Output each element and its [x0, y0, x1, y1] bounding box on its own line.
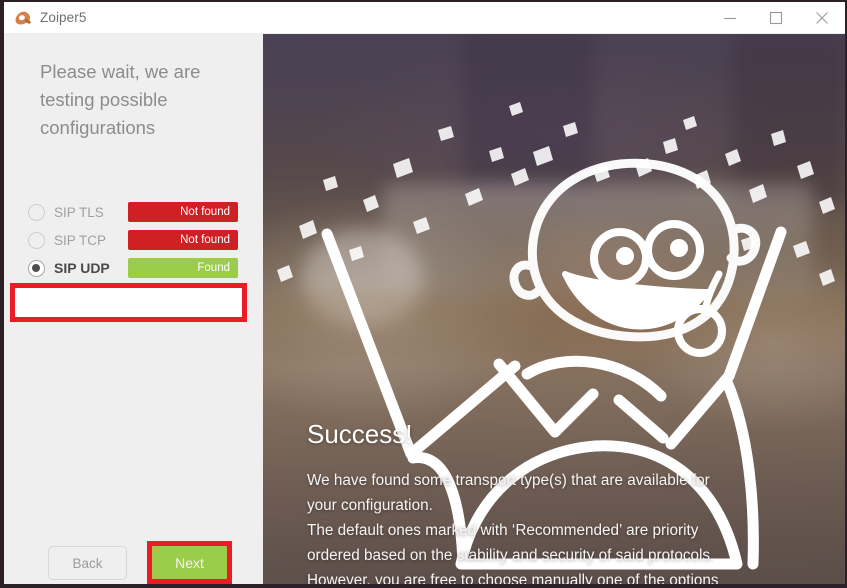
selected-transport-highlight	[10, 283, 247, 322]
success-title: Success!	[307, 419, 413, 449]
page-title: Please wait, we are testing possible con…	[40, 61, 201, 138]
status-badge: Found	[128, 258, 238, 278]
close-icon[interactable]	[799, 2, 845, 33]
minimize-icon[interactable]	[707, 2, 753, 33]
window-controls	[707, 2, 845, 33]
left-panel: Please wait, we are testing possible con…	[4, 34, 263, 584]
transport-row-sip-tcp[interactable]: SIP TCP Not found	[4, 226, 263, 254]
app-window: Zoiper5 Please wait, we are testing poss…	[0, 0, 847, 588]
radio-sip-udp[interactable]	[28, 259, 45, 277]
transport-row-sip-udp[interactable]: SIP UDP Found	[4, 254, 263, 282]
transport-row-sip-tls[interactable]: SIP TLS Not found	[4, 198, 263, 226]
transport-label: SIP UDP	[54, 260, 110, 276]
next-button-highlight: Next	[147, 541, 232, 584]
status-badge: Not found	[128, 230, 238, 250]
back-button[interactable]: Back	[48, 546, 127, 580]
transport-label: SIP TCP	[54, 232, 107, 248]
transport-label: SIP TLS	[54, 204, 104, 220]
zoiper-logo-icon	[13, 9, 32, 27]
radio-sip-tls[interactable]	[28, 203, 45, 221]
success-description: We have found some transport type(s) tha…	[307, 472, 719, 584]
status-badge: Not found	[128, 202, 238, 222]
title-bar: Zoiper5	[4, 2, 845, 34]
maximize-icon[interactable]	[753, 2, 799, 33]
next-button[interactable]: Next	[152, 546, 227, 579]
right-panel: Success! We have found some transport ty…	[263, 34, 845, 584]
radio-sip-tcp[interactable]	[28, 231, 45, 249]
app-title: Zoiper5	[40, 10, 87, 25]
